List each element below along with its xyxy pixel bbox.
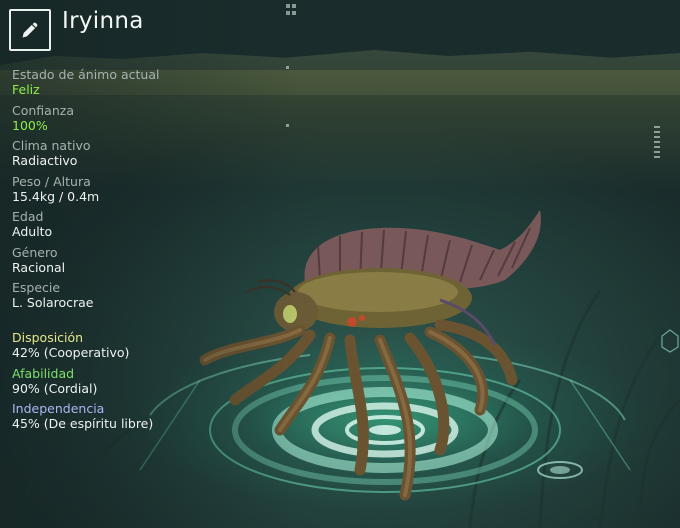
edit-name-button[interactable] <box>9 9 51 51</box>
stat-label: Estado de ánimo actual <box>12 67 160 82</box>
trait-label: Afabilidad <box>12 365 75 381</box>
stat-label: Confianza <box>12 102 74 118</box>
stat-climate: Clima nativo Radiactivo <box>12 138 292 174</box>
trait-label: Independencia <box>12 401 105 416</box>
stat-species: Especie L. Solarocrae <box>12 280 292 316</box>
stat-label: Edad <box>12 209 44 224</box>
stat-label: Especie <box>12 280 61 295</box>
stat-value: 100% <box>12 117 48 133</box>
trait-disposition: Disposición 42% (Cooperativo) <box>12 330 292 366</box>
stat-mood: Estado de ánimo actual Feliz <box>12 67 292 103</box>
trait-friendliness: Afabilidad 90% (Cordial) <box>12 366 292 402</box>
stat-value: Racional <box>12 259 66 275</box>
trait-value: 42% (Cooperativo) <box>12 345 130 360</box>
stat-age: Edad Adulto <box>12 209 292 245</box>
traits-list: Disposición 42% (Cooperativo) Afabilidad… <box>12 330 292 437</box>
trait-value: 45% (De espíritu libre) <box>12 416 154 431</box>
scroll-indicator <box>286 4 660 158</box>
creature-name: Iryinna <box>62 8 144 34</box>
stat-value: Adulto <box>12 224 53 239</box>
stat-value: Feliz <box>12 82 40 97</box>
trait-value: 90% (Cordial) <box>12 380 98 396</box>
stat-value: Radiactivo <box>12 153 78 168</box>
trait-label: Disposición <box>12 330 84 345</box>
stat-label: Peso / Altura <box>12 173 91 189</box>
stat-label: Clima nativo <box>12 138 91 153</box>
stat-trust: Confianza 100% <box>12 103 292 139</box>
stats-list: Estado de ánimo actual Feliz Confianza 1… <box>12 67 292 316</box>
pencil-icon <box>22 22 38 38</box>
stat-value: L. Solarocrae <box>12 295 94 310</box>
stat-weight-height: Peso / Altura 15.4kg / 0.4m <box>12 174 292 210</box>
trait-independence: Independencia 45% (De espíritu libre) <box>12 401 292 437</box>
stat-gender: Género Racional <box>12 245 292 281</box>
stat-label: Género <box>12 244 58 260</box>
stat-value: 15.4kg / 0.4m <box>12 188 100 204</box>
hex-marker <box>661 329 679 353</box>
